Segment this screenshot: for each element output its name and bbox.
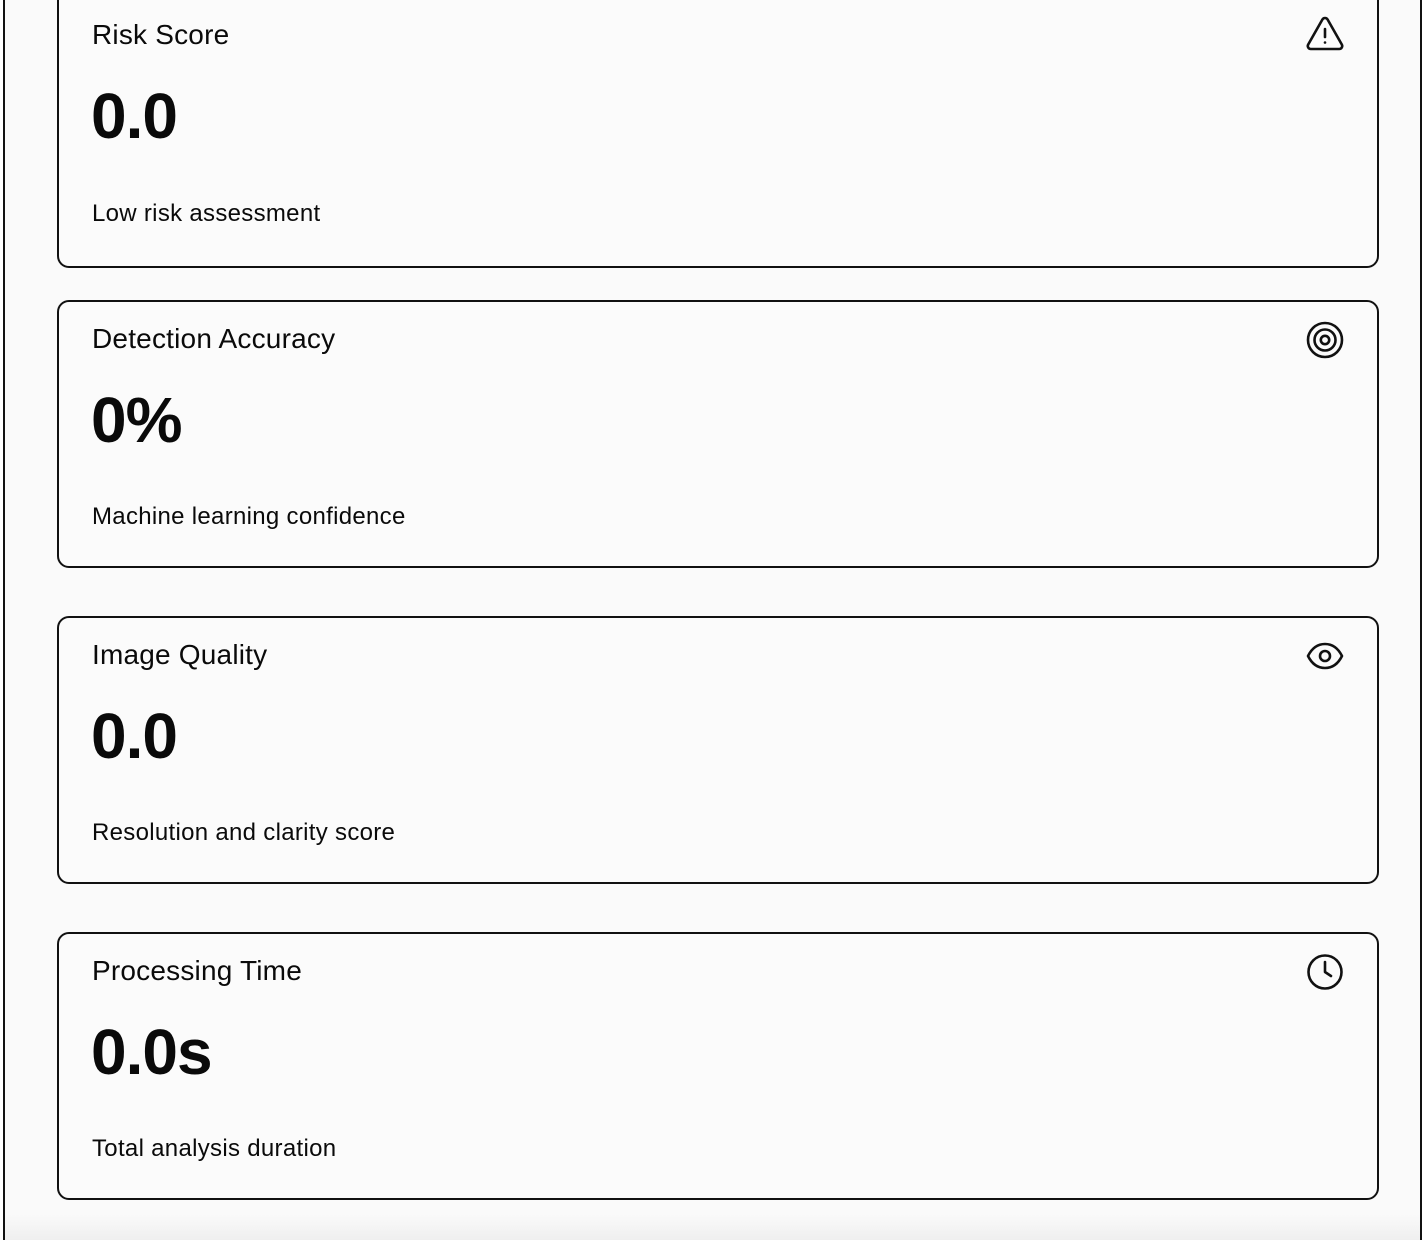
- alert-triangle-icon: [1305, 14, 1345, 54]
- card-value: 0.0: [91, 700, 178, 772]
- image-quality-card: Image Quality 0.0 Resolution and clarity…: [57, 616, 1379, 884]
- risk-score-card: Risk Score 0.0 Low risk assessment: [57, 0, 1379, 268]
- scroll-fade: [5, 1214, 1420, 1240]
- card-description: Machine learning confidence: [92, 503, 406, 530]
- target-icon: [1305, 320, 1345, 360]
- card-title: Processing Time: [92, 955, 302, 986]
- processing-time-card: Processing Time 0.0s Total analysis dura…: [57, 932, 1379, 1200]
- page-frame: Risk Score 0.0 Low risk assessment Detec…: [3, 0, 1422, 1240]
- card-title: Risk Score: [92, 19, 230, 50]
- card-value: 0.0: [91, 80, 178, 152]
- card-description: Total analysis duration: [92, 1135, 337, 1162]
- card-description: Low risk assessment: [92, 200, 321, 227]
- card-title: Image Quality: [92, 639, 268, 670]
- eye-icon: [1305, 636, 1345, 676]
- card-value: 0.0s: [91, 1016, 213, 1088]
- clock-icon: [1305, 952, 1345, 992]
- detection-accuracy-card: Detection Accuracy 0% Machine learning c…: [57, 300, 1379, 568]
- card-title: Detection Accuracy: [92, 323, 336, 354]
- card-description: Resolution and clarity score: [92, 819, 396, 846]
- card-value: 0%: [91, 384, 182, 456]
